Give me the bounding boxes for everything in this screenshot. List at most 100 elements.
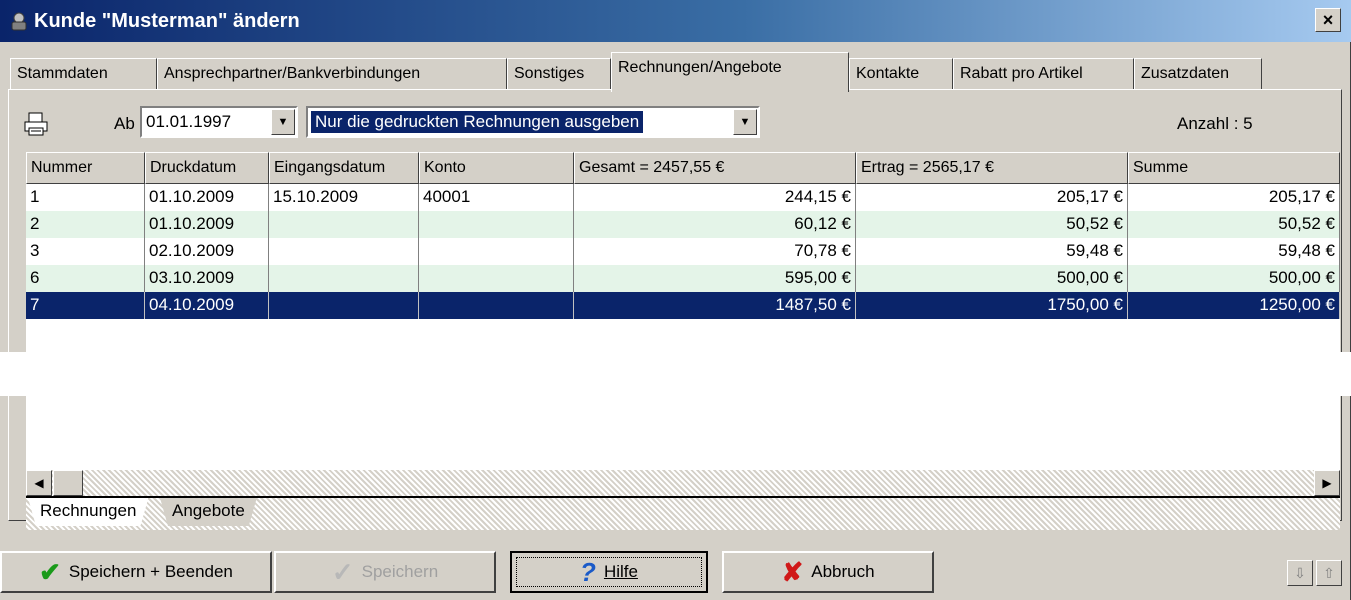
chevron-down-icon: ▼ [739, 116, 751, 128]
save-button[interactable]: ✓ Speichern [274, 551, 496, 593]
tab-sonstiges[interactable]: Sonstiges [507, 58, 611, 90]
cell-druckdatum: 02.10.2009 [145, 238, 269, 265]
cell-ertrag: 50,52 € [856, 211, 1128, 238]
close-icon: × [1322, 10, 1334, 30]
cell-konto [419, 265, 574, 292]
focus-rect [516, 557, 702, 587]
arrow-right-icon: ▶ [1322, 476, 1332, 490]
tab-stammdaten[interactable]: Stammdaten [10, 58, 157, 90]
col-header-konto[interactable]: Konto [419, 152, 574, 184]
cell-konto [419, 238, 574, 265]
cell-nummer: 3 [26, 238, 145, 265]
cell-nummer: 6 [26, 265, 145, 292]
cell-gesamt: 70,78 € [574, 238, 856, 265]
invoice-grid[interactable]: Nummer Druckdatum Eingangsdatum Konto Ge… [26, 152, 1340, 470]
count-label: Anzahl : 5 [1177, 114, 1253, 134]
cell-ertrag: 59,48 € [856, 238, 1128, 265]
cell-ertrag: 205,17 € [856, 184, 1128, 211]
cell-eingangsdatum: 15.10.2009 [269, 184, 419, 211]
count-value: 5 [1243, 114, 1253, 133]
cell-summe: 50,52 € [1128, 211, 1340, 238]
cell-summe: 1250,00 € [1128, 292, 1340, 319]
col-header-ertrag[interactable]: Ertrag = 2565,17 € [856, 152, 1128, 184]
save-label: Speichern [361, 562, 439, 581]
date-dropdown-button[interactable]: ▼ [271, 109, 295, 135]
arrow-down-icon: ⇩ [1294, 564, 1306, 581]
col-header-gesamt[interactable]: Gesamt = 2457,55 € [574, 152, 856, 184]
date-combobox[interactable]: 01.01.1997 ▼ [140, 106, 298, 138]
col-header-druckdatum[interactable]: Druckdatum [145, 152, 269, 184]
cell-eingangsdatum [269, 265, 419, 292]
cancel-label: Abbruch [811, 562, 875, 581]
close-icon: ✘ [781, 557, 804, 587]
grid-header: Nummer Druckdatum Eingangsdatum Konto Ge… [26, 152, 1340, 184]
cell-eingangsdatum [269, 292, 419, 319]
cell-nummer: 1 [26, 184, 145, 211]
cell-druckdatum: 01.10.2009 [145, 211, 269, 238]
cancel-button[interactable]: ✘ Abbruch [722, 551, 934, 593]
cell-nummer: 7 [26, 292, 145, 319]
screenshot-gap [0, 352, 1351, 396]
subtab-rechnungen[interactable]: Rechnungen [28, 498, 148, 526]
cell-eingangsdatum [269, 211, 419, 238]
cell-gesamt: 595,00 € [574, 265, 856, 292]
title-bar[interactable]: Kunde "Musterman" ändern × [0, 0, 1351, 42]
filter-value: Nur die gedruckten Rechnungen ausgeben [309, 110, 645, 134]
cell-summe: 500,00 € [1128, 265, 1340, 292]
col-header-nummer[interactable]: Nummer [26, 152, 145, 184]
tab-rechnungen-angebote[interactable]: Rechnungen/Angebote [611, 52, 849, 92]
dialog-window: Kunde "Musterman" ändern × Stammdaten An… [0, 0, 1351, 600]
window-title: Kunde "Musterman" ändern [34, 10, 300, 32]
cell-druckdatum: 01.10.2009 [145, 184, 269, 211]
tab-kontakte[interactable]: Kontakte [849, 58, 953, 90]
count-caption: Anzahl : [1177, 114, 1239, 133]
app-icon [11, 12, 27, 31]
printer-icon[interactable] [22, 110, 50, 138]
arrow-left-icon: ◀ [34, 476, 44, 490]
arrow-up-icon: ⇧ [1323, 564, 1335, 581]
cell-druckdatum: 03.10.2009 [145, 265, 269, 292]
help-button[interactable]: ? Hilfe [510, 551, 708, 593]
close-button[interactable]: × [1315, 8, 1341, 32]
move-down-button[interactable]: ⇩ [1287, 560, 1313, 586]
cell-konto: 40001 [419, 184, 574, 211]
tab-ansprechpartner[interactable]: Ansprechpartner/Bankverbindungen [157, 58, 507, 90]
cell-eingangsdatum [269, 238, 419, 265]
cell-druckdatum: 04.10.2009 [145, 292, 269, 319]
subtab-angebote[interactable]: Angebote [160, 498, 257, 526]
sub-tab-strip: Rechnungen Angebote [26, 496, 1340, 530]
cell-ertrag: 1750,00 € [856, 292, 1128, 319]
horizontal-scrollbar[interactable]: ◀ ▶ [26, 470, 1340, 496]
scroll-thumb[interactable] [53, 470, 83, 496]
filter-combobox[interactable]: Nur die gedruckten Rechnungen ausgeben ▼ [306, 106, 760, 138]
move-up-button[interactable]: ⇧ [1316, 560, 1342, 586]
tab-rabatt-pro-artikel[interactable]: Rabatt pro Artikel [953, 58, 1134, 90]
cell-ertrag: 500,00 € [856, 265, 1128, 292]
ab-label: Ab [114, 114, 135, 133]
scroll-right-button[interactable]: ▶ [1314, 470, 1340, 496]
filter-dropdown-button[interactable]: ▼ [733, 109, 757, 135]
table-row[interactable]: 3 02.10.2009 70,78 €59,48 €59,48 € [26, 238, 1340, 265]
chevron-down-icon: ▼ [277, 116, 289, 128]
table-row[interactable]: 7 04.10.2009 1487,50 €1750,00 €1250,00 € [26, 292, 1340, 319]
table-row[interactable]: 1 01.10.2009 15.10.2009 40001 244,15 €205,17… [26, 184, 1340, 211]
filter-toolbar: Ab 01.01.1997 ▼ Nur die gedruckten Rechn… [10, 96, 1338, 150]
cell-konto [419, 211, 574, 238]
col-header-eingangsdatum[interactable]: Eingangsdatum [269, 152, 419, 184]
table-row[interactable]: 6 03.10.2009 595,00 €500,00 €500,00 € [26, 265, 1340, 292]
checkmark-icon: ✔ [39, 557, 61, 587]
save-and-close-label: Speichern + Beenden [68, 562, 233, 581]
checkmark-icon: ✓ [331, 557, 354, 587]
cell-gesamt: 1487,50 € [574, 292, 856, 319]
tab-zusatzdaten[interactable]: Zusatzdaten [1134, 58, 1262, 90]
cell-gesamt: 60,12 € [574, 211, 856, 238]
date-value: 01.01.1997 [146, 112, 232, 131]
table-row[interactable]: 2 01.10.2009 60,12 €50,52 €50,52 € [26, 211, 1340, 238]
scroll-left-button[interactable]: ◀ [26, 470, 52, 496]
cell-summe: 59,48 € [1128, 238, 1340, 265]
cell-konto [419, 292, 574, 319]
save-and-close-button[interactable]: ✔ Speichern + Beenden [0, 551, 272, 593]
cell-summe: 205,17 € [1128, 184, 1340, 211]
col-header-summe[interactable]: Summe [1128, 152, 1340, 184]
cell-gesamt: 244,15 € [574, 184, 856, 211]
